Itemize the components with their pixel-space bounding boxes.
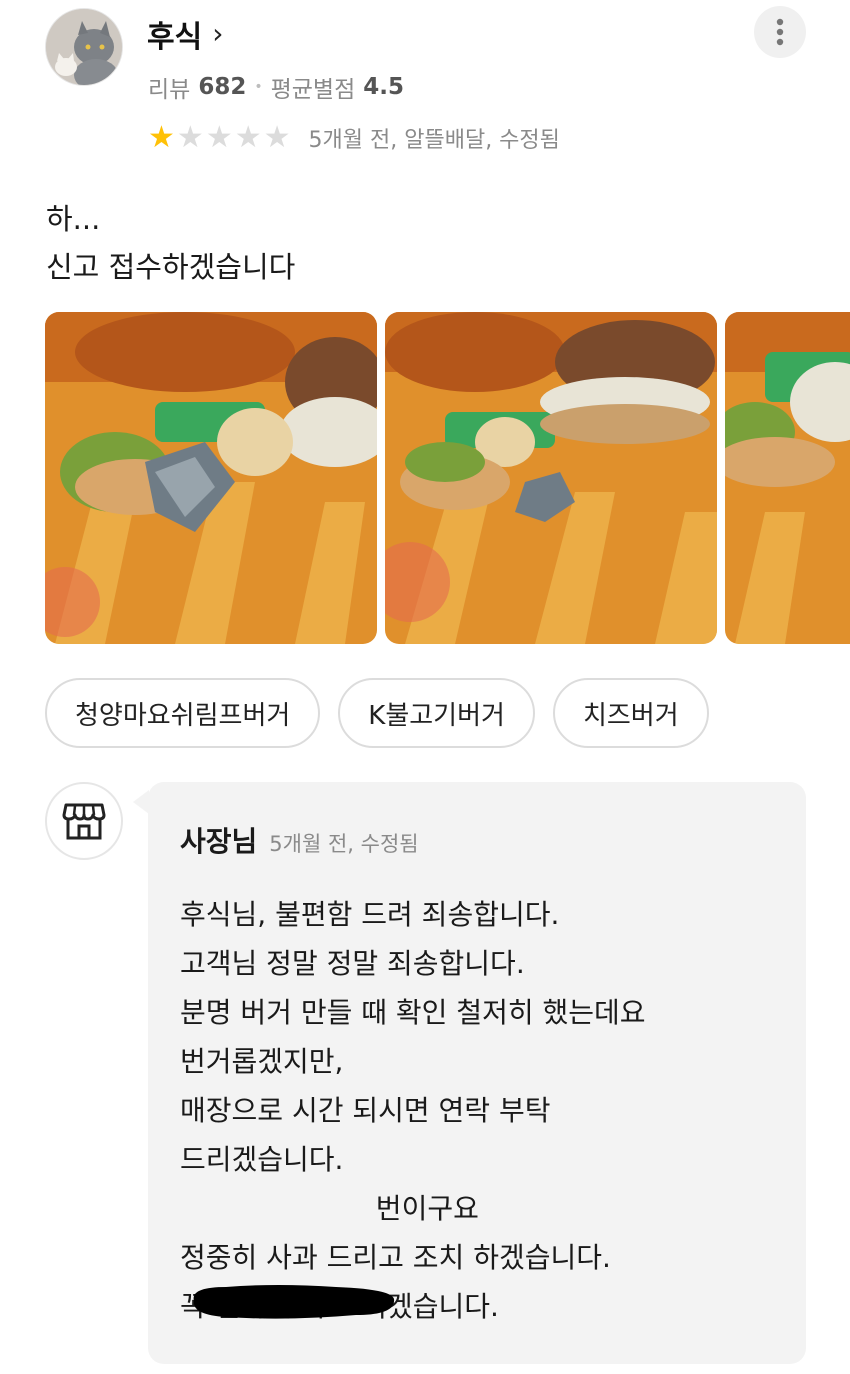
owner-reply-header: 사장님 5개월 전, 수정됨 <box>180 820 419 860</box>
chevron-right-icon: › <box>212 17 224 50</box>
owner-reply-text: 후식님, 불편함 드려 죄송합니다. 고객님 정말 정말 죄송합니다. 분명 버거 … <box>180 890 646 1331</box>
owner-avatar <box>45 782 123 860</box>
owner-reply-line: 고객님 정말 정말 죄송합니다. <box>180 947 525 980</box>
owner-name: 사장님 <box>180 825 258 858</box>
more-vertical-icon <box>776 18 784 46</box>
star-empty-icon: ★ <box>234 120 262 155</box>
review-photo-3[interactable] <box>725 312 850 644</box>
storefront-icon <box>62 803 106 840</box>
average-rating-label: 평균별점 <box>270 77 356 103</box>
star-empty-icon: ★ <box>263 120 291 155</box>
owner-reply: 사장님 5개월 전, 수정됨 후식님, 불편함 드려 죄송합니다. 고객님 정말 … <box>148 782 806 1364</box>
cat-avatar-image <box>46 9 122 85</box>
review-meta: 5개월 전, 알뜰배달, 수정됨 <box>308 128 560 153</box>
owner-reply-line: 드리겠습니다. <box>180 1143 344 1176</box>
owner-reply-line: 분명 버거 만들 때 확인 철저히 했는데요 <box>180 996 646 1029</box>
star-rating: ★ ★ ★ ★ ★ <box>148 123 291 153</box>
average-rating: 4.5 <box>363 74 404 100</box>
owner-reply-line: 후식님, 불편함 드려 죄송합니다. <box>180 898 560 931</box>
review-text-line: 신고 접수하겠습니다 <box>46 250 296 284</box>
owner-reply-line: 매장으로 시간 되시면 연락 부탁 <box>180 1094 551 1127</box>
star-empty-icon: ★ <box>205 120 233 155</box>
menu-tag[interactable]: 치즈버거 <box>552 678 709 748</box>
review-photo-1[interactable] <box>45 312 377 644</box>
reviewer-name[interactable]: 후식 <box>147 12 202 56</box>
review-header: 후식 › 리뷰 682 • 평균별점 4.5 ★ ★ ★ ★ ★ 5개월 전, 알뜰배달… <box>0 0 850 170</box>
burger-photo-image <box>45 312 377 644</box>
menu-tags: 청양마요쉬림프버거 K불고기버거 치즈버거 <box>45 678 709 748</box>
reviewer-avatar[interactable] <box>45 8 123 86</box>
stats-separator: • <box>254 79 263 95</box>
owner-reply-meta: 5개월 전, 수정됨 <box>269 832 419 856</box>
burger-photo-image <box>385 312 717 644</box>
photo-carousel[interactable] <box>45 312 850 644</box>
review-count: 682 <box>198 74 247 100</box>
owner-reply-line: 번이구요 <box>180 1192 479 1225</box>
review-photo-2[interactable] <box>385 312 717 644</box>
rating-row: ★ ★ ★ ★ ★ 5개월 전, 알뜰배달, 수정됨 <box>148 122 560 154</box>
owner-reply-line: 번거롭겠지만, <box>180 1045 344 1078</box>
review-text-line: 하... <box>46 202 101 236</box>
reviewer-name-row[interactable]: 후식 › <box>147 12 223 56</box>
review-count-label: 리뷰 <box>148 77 191 103</box>
menu-tag[interactable]: 청양마요쉬림프버거 <box>45 678 321 748</box>
menu-tag[interactable]: K불고기버거 <box>338 678 535 748</box>
owner-reply-line: 정중히 사과 드리고 조치 하겠습니다. <box>180 1241 611 1274</box>
reviewer-stats: 리뷰 682 • 평균별점 4.5 <box>148 70 404 104</box>
more-options-button[interactable] <box>754 6 806 58</box>
burger-photo-image <box>725 312 850 644</box>
star-filled-icon: ★ <box>148 120 175 155</box>
star-empty-icon: ★ <box>176 120 204 155</box>
review-text: 하... 신고 접수하겠습니다 <box>46 195 295 291</box>
redacted-phone-number <box>193 1285 395 1319</box>
reply-bubble-tail <box>133 790 149 814</box>
